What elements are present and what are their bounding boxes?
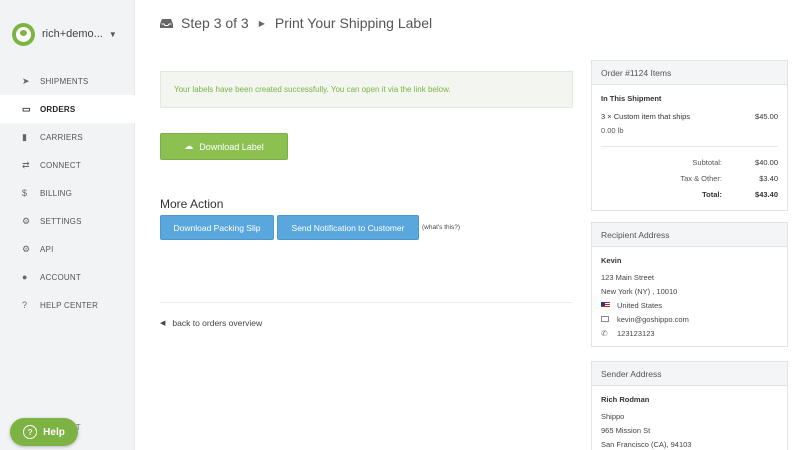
send-notification-button[interactable]: Send Notification to Customer [277,215,419,240]
question-circle-icon: ? [22,300,28,310]
recipient-panel-header: Recipient Address [592,223,787,247]
sidebar-item-label: API [40,244,54,254]
sender-address-panel: Sender Address Rich Rodman Shippo 965 Mi… [591,361,788,450]
sender-panel-header: Sender Address [592,362,787,386]
download-label-button[interactable]: ☁ Download Label [160,133,288,160]
item-price: $45.00 [755,112,778,121]
envelope-icon [601,316,609,322]
sidebar-item-label: ACCOUNT [40,272,81,282]
help-button[interactable]: ? Help [10,418,78,446]
sender-street: 965 Mission St [601,425,651,435]
tax-value: $3.40 [759,173,778,183]
dollar-icon: $ [22,188,28,198]
recipient-phone-row: ✆ 123123123 [601,326,778,340]
recipient-city: New York (NY) , 10010 [601,286,678,296]
sidebar-item-billing[interactable]: $ BILLING [0,179,135,207]
sender-name: Rich Rodman [601,395,650,404]
order-panel-header: Order #1124 Items [592,61,787,85]
sidebar-item-label: SETTINGS [40,216,82,226]
sidebar-item-label: HELP CENTER [40,300,99,310]
sidebar-nav: ➤ SHIPMENTS ▭ ORDERS ▮ CARRIERS ⇄ CONNECT $ BILLI… [0,67,135,319]
recipient-address-panel: Recipient Address Kevin 123 Main Street … [591,222,788,347]
order-items-panel: Order #1124 Items In This Shipment 3 × C… [591,60,788,211]
account-switcher[interactable]: rich+demo... ▼ [12,22,117,46]
sidebar-item-account[interactable]: ● ACCOUNT [0,263,135,291]
sidebar-item-shipments[interactable]: ➤ SHIPMENTS [0,67,135,95]
total-label: Total: [702,189,722,199]
truck-icon: ▮ [22,131,28,142]
back-link-label: back to orders overview [172,318,263,328]
sidebar-item-carriers[interactable]: ▮ CARRIERS [0,123,135,151]
item-weight: 0.00 lb [601,126,624,135]
phone-icon: ✆ [601,328,608,338]
exchange-arrows-icon: ⇄ [22,159,30,170]
shippo-logo-icon [12,22,35,46]
line-item: 3 × Custom item that ships $45.00 [601,112,778,121]
cloud-download-icon: ☁ [184,141,194,151]
sidebar-item-label: CARRIERS [40,132,83,142]
account-name: rich+demo... [42,28,103,40]
sidebar-item-settings[interactable]: ⚙ SETTINGS [0,207,135,235]
item-quantity: 3 × [601,112,612,121]
download-packing-slip-button[interactable]: Download Packing Slip [160,215,274,240]
caret-down-icon: ▼ [108,29,117,39]
recipient-street: 123 Main Street [601,272,654,282]
page-title: Print Your Shipping Label [274,15,433,31]
success-alert: Your labels have been created successful… [160,71,573,108]
sidebar-item-orders[interactable]: ▭ ORDERS [0,95,135,123]
tax-label: Tax & Other: [680,173,722,183]
subtotal-label: Subtotal: [692,157,722,167]
total-value: $43.40 [755,189,778,199]
us-flag-icon [601,302,610,308]
divider [160,302,573,303]
sidebar-item-label: SHIPMENTS [40,76,89,86]
recipient-email-row: kevin@goshippo.com [601,312,778,326]
sidebar-item-label: CONNECT [40,160,81,170]
sender-company: Shippo [601,411,625,421]
gears-icon: ⚙ [22,243,31,254]
step-indicator: Step 3 of 3 [181,15,249,31]
back-to-orders-link[interactable]: ◀ back to orders overview [160,318,262,328]
sidebar: rich+demo... ▼ ➤ SHIPMENTS ▭ ORDERS ▮ CARRIER… [0,0,135,450]
question-circle-icon: ? [23,425,38,439]
item-name: Custom item that ships [613,112,691,121]
recipient-country: United States [617,300,663,310]
recipient-name: Kevin [601,256,622,265]
sidebar-item-help-center[interactable]: ? HELP CENTER [0,291,135,319]
user-icon: ● [22,272,28,282]
order-totals: Subtotal: $40.00 Tax & Other: $3.40 Tota… [601,146,778,202]
caret-right-icon: ▶ [258,18,265,28]
sidebar-item-connect[interactable]: ⇄ CONNECT [0,151,135,179]
inbox-tray-icon [160,18,173,28]
paper-plane-icon: ➤ [22,75,30,86]
page-header: Step 3 of 3 ▶ Print Your Shipping Label [160,14,432,32]
sidebar-item-label: ORDERS [40,104,76,114]
gear-icon: ⚙ [22,215,31,226]
subtotal-value: $40.00 [755,157,778,167]
recipient-phone: 123123123 [617,328,655,338]
sidebar-item-label: BILLING [40,188,73,198]
whats-this-link[interactable]: (what's this?) [422,224,460,231]
shipment-title: In This Shipment [601,94,662,103]
recipient-email: kevin@goshippo.com [617,314,689,324]
inbox-tray-icon: ▭ [22,103,31,114]
sidebar-item-api[interactable]: ⚙ API [0,235,135,263]
recipient-country-row: United States [601,298,778,312]
more-action-title: More Action [160,197,224,211]
download-label-text: Download Label [199,141,264,152]
sender-city: San Francisco (CA), 94103 [601,439,692,449]
help-button-label: Help [43,426,65,438]
chevron-left-icon: ◀ [160,320,166,327]
